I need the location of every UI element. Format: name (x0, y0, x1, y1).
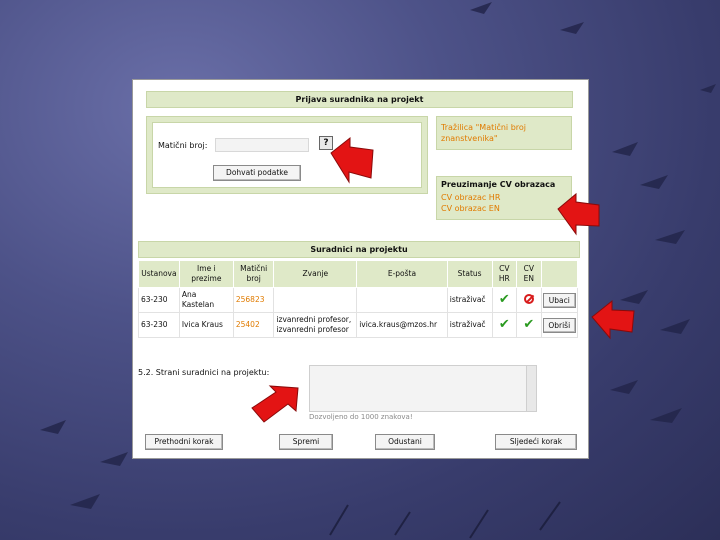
matricni-panel: Matični broj: ? Dohvati podatke (146, 116, 428, 194)
matricni-inner: Matični broj: ? Dohvati podatke (152, 122, 422, 188)
cell-zvanje (273, 287, 358, 313)
insert-button[interactable]: Ubaci (542, 292, 576, 308)
foreign-hint: Dozvoljeno do 1000 znakova! (309, 413, 413, 421)
col-ime: Ime i prezime (178, 260, 234, 288)
screenshot-frame: Prijava suradnika na projekt Matični bro… (133, 80, 588, 458)
cv-en-link[interactable]: CV obrazac EN (441, 204, 500, 213)
search-info-text: Tražilica "Matični broj znanstvenika" (441, 123, 526, 143)
cell-status: istraživač (446, 287, 493, 313)
cell-ime: Ana Kastelan (178, 287, 234, 313)
check-icon: ✔ (491, 287, 518, 313)
collaborators-table: Ustanova Ime i prezime Matični broj Zvan… (138, 260, 579, 338)
cell-maticni: 256823 (232, 287, 275, 313)
check-icon: ✔ (491, 312, 518, 338)
table-row: 63-230 Ivica Kraus 25402 izvanredni prof… (138, 312, 579, 338)
cv-en-missing (516, 287, 542, 313)
cv-download-panel: Preuzimanje CV obrazaca CV obrazac HR CV… (436, 176, 572, 220)
col-zvanje: Zvanje (273, 260, 358, 288)
foreign-label: 5.2. Strani suradnici na projektu: (138, 368, 270, 377)
textarea-scrollbar[interactable] (526, 366, 536, 411)
maticni-input[interactable] (215, 138, 309, 152)
cell-ime: Ivica Kraus (178, 312, 234, 338)
col-ustanova: Ustanova (138, 260, 180, 288)
cell-email (356, 287, 448, 313)
cell-zvanje: izvanredni profesor, izvanredni profesor (273, 312, 358, 338)
col-email: E-pošta (356, 260, 448, 288)
col-cv-en: CV EN (516, 260, 542, 288)
search-info-panel: Tražilica "Matični broj znanstvenika" (436, 116, 572, 150)
col-status: Status (446, 260, 493, 288)
cv-hr-link[interactable]: CV obrazac HR (441, 193, 500, 202)
col-action (540, 260, 579, 288)
form-title: Prijava suradnika na projekt (146, 91, 573, 108)
collaborators-title: Suradnici na projektu (138, 241, 580, 258)
cell-maticni: 25402 (232, 312, 275, 338)
delete-button[interactable]: Obriši (542, 317, 576, 333)
next-step-button[interactable]: Sljedeći korak (495, 434, 577, 450)
cell-ustanova: 63-230 (138, 287, 180, 313)
check-icon: ✔ (516, 312, 542, 338)
col-cv-hr: CV HR (491, 260, 518, 288)
arrow-left-icon (591, 299, 635, 340)
prev-step-button[interactable]: Prethodni korak (145, 434, 223, 450)
maticni-label: Matični broj: (158, 141, 208, 150)
save-button[interactable]: Spremi (279, 434, 333, 450)
no-entry-icon (523, 293, 534, 304)
cell-ustanova: 63-230 (138, 312, 180, 338)
cell-email: ivica.kraus@mzos.hr (356, 312, 448, 338)
help-icon[interactable]: ? (319, 136, 333, 150)
cell-status: istraživač (446, 312, 493, 338)
col-maticni: Matični broj (232, 260, 275, 288)
cancel-button[interactable]: Odustani (375, 434, 435, 450)
table-row: 63-230 Ana Kastelan 256823 istraživač ✔ … (138, 287, 579, 313)
fetch-data-button[interactable]: Dohvati podatke (213, 165, 301, 181)
cv-panel-title: Preuzimanje CV obrazaca (441, 180, 556, 189)
table-header-row: Ustanova Ime i prezime Matični broj Zvan… (138, 260, 579, 288)
foreign-textarea[interactable] (309, 365, 537, 412)
